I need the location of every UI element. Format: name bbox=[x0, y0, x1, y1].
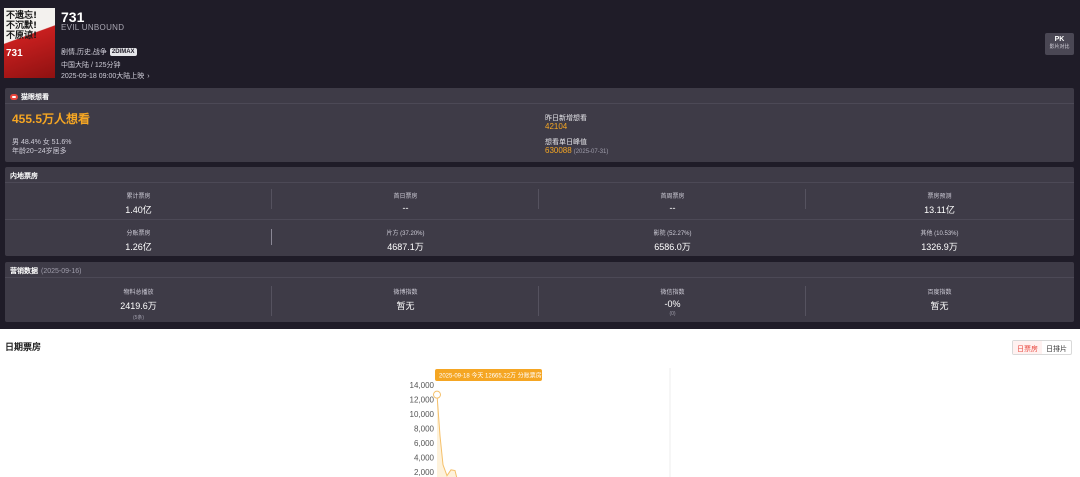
stat-cinema-share: 影院 (52.27%) 6586.0万 bbox=[539, 228, 806, 253]
stat-label: 其他 (10.53%) bbox=[920, 231, 959, 237]
data-point[interactable] bbox=[433, 390, 441, 399]
daily-boxoffice-title: 日期票房 bbox=[5, 342, 42, 352]
tab-daily-screenings[interactable]: 日排片 bbox=[1042, 341, 1071, 354]
stat-value: -- bbox=[402, 203, 409, 213]
wish-count: 455.5万人想看 bbox=[12, 112, 91, 126]
pk-label: PK bbox=[1054, 36, 1065, 43]
movie-overview: 不遗忘! 不沉默! 不原谅! 731 731 EVIL UNBOUND 剧情,历… bbox=[0, 0, 1080, 329]
y-tick-label: 8,000 bbox=[414, 425, 435, 434]
stat-value: 暂无 bbox=[930, 301, 949, 311]
stat-value: 6586.0万 bbox=[654, 242, 691, 252]
stat-value: 13.11亿 bbox=[924, 205, 955, 215]
stat-value: 1.26亿 bbox=[125, 242, 152, 252]
boxoffice-panel-header: 内地票房 bbox=[5, 167, 1074, 183]
chevron-right-icon: › bbox=[147, 73, 150, 80]
stat-label: 首周票房 bbox=[660, 194, 685, 200]
stat-label: 微博指数 bbox=[393, 290, 418, 296]
stat-label: 微信指数 bbox=[660, 290, 685, 296]
format-badge: 2DIMAX bbox=[109, 48, 137, 56]
stat-label: 片方 (37.20%) bbox=[386, 231, 425, 237]
stat-sub: (5条) bbox=[132, 315, 145, 321]
stat-producer-share: 片方 (37.20%) 4687.1万 bbox=[272, 228, 539, 253]
stat-other-share: 其他 (10.53%) 1326.9万 bbox=[806, 228, 1073, 253]
stat-first-day-boxoffice: 首日票房 -- bbox=[272, 191, 539, 213]
stat-value: 1326.9万 bbox=[921, 242, 958, 252]
movie-genre: 剧情,历史,战争 2DIMAX bbox=[61, 47, 137, 57]
poster-slogan-line: 不遗忘! bbox=[6, 11, 38, 21]
y-tick-label: 4,000 bbox=[414, 454, 435, 463]
stat-weibo-index: 微博指数 暂无 bbox=[272, 287, 539, 312]
stat-label: 累计票房 bbox=[126, 194, 151, 200]
stat-value: -0% bbox=[664, 299, 681, 309]
marketing-section-title: 营销数据 bbox=[10, 268, 38, 275]
stat-label: 票房预测 bbox=[927, 194, 952, 200]
y-tick-label: 6,000 bbox=[414, 439, 435, 448]
divider bbox=[805, 189, 806, 209]
stat-value: 暂无 bbox=[396, 301, 415, 311]
stat-value: 1.40亿 bbox=[125, 205, 152, 215]
y-tick-label: 2,000 bbox=[414, 468, 435, 477]
marketing-panel: 营销数据 (2025-09-16) 物料总播放 2419.6万 (5条) 微博指数… bbox=[5, 262, 1074, 322]
stat-value: 4687.1万 bbox=[387, 242, 424, 252]
pk-sub-label: 影片对比 bbox=[1049, 44, 1070, 50]
wish-panel-header: 猫眼想看 bbox=[5, 88, 1074, 104]
poster-slogan-line: 不原谅! bbox=[6, 31, 38, 41]
maoyan-eye-icon bbox=[10, 94, 18, 100]
stat-label: 影院 (52.27%) bbox=[653, 231, 692, 237]
divider bbox=[5, 219, 1074, 220]
peak-wish-number: 630088 bbox=[545, 146, 572, 155]
peak-wish-date: (2025-07-31) bbox=[573, 149, 609, 155]
y-tick-label: 14,000 bbox=[410, 381, 435, 390]
wish-panel: 猫眼想看 455.5万人想看 男 48.4% 女 51.6% 年龄20~24岁居… bbox=[5, 88, 1074, 162]
release-text: 2025-09-18 09:00大陆上映 bbox=[61, 73, 145, 80]
peak-wish-value: 630088 (2025-07-31) bbox=[545, 146, 608, 155]
genre-text: 剧情,历史,战争 bbox=[61, 49, 107, 56]
divider bbox=[271, 286, 272, 316]
movie-poster[interactable]: 不遗忘! 不沉默! 不原谅! 731 bbox=[4, 8, 55, 78]
daily-boxoffice-chart: 14,000 12,000 10,000 8,000 6,000 4,000 2,000 20… bbox=[410, 368, 671, 477]
marketing-date: (2025-09-16) bbox=[41, 268, 82, 275]
stat-material-plays: 物料总播放 2419.6万 (5条) bbox=[5, 287, 272, 321]
marketing-panel-header: 营销数据 (2025-09-16) bbox=[5, 262, 1074, 278]
stat-value: -- bbox=[669, 203, 676, 213]
movie-origin-duration: 中国大陆 / 125分钟 bbox=[61, 62, 121, 69]
stat-boxoffice-forecast: 票房预测 13.11亿 bbox=[806, 191, 1073, 216]
divider bbox=[271, 229, 272, 245]
stat-baidu-index: 百度指数 暂无 bbox=[806, 287, 1073, 312]
y-tick-label: 10,000 bbox=[410, 410, 435, 419]
y-tick-label: 12,000 bbox=[410, 396, 435, 405]
stat-first-week-boxoffice: 首周票房 -- bbox=[539, 191, 806, 213]
wish-age-group: 年龄20~24岁居多 bbox=[12, 148, 67, 155]
stat-label: 首日票房 bbox=[393, 194, 418, 200]
tab-daily-boxoffice[interactable]: 日票房 bbox=[1013, 341, 1042, 354]
divider bbox=[538, 286, 539, 316]
stat-sub: (0) bbox=[669, 311, 676, 317]
pk-compare-button[interactable]: PK 影片对比 bbox=[1045, 33, 1074, 55]
divider bbox=[805, 286, 806, 316]
stat-wechat-index: 微信指数 -0% (0) bbox=[539, 287, 806, 317]
poster-number: 731 bbox=[6, 48, 23, 59]
wish-section-title: 猫眼想看 bbox=[21, 94, 49, 101]
boxoffice-panel: 内地票房 累计票房 1.40亿 首日票房 -- 首周票房 -- 票房预测 13.… bbox=[5, 167, 1074, 256]
tooltip-text: 2025-09-18 今天 12665.22万 分账票房 bbox=[439, 372, 542, 380]
poster-slogan: 不遗忘! 不沉默! 不原谅! bbox=[6, 11, 37, 41]
poster-slogan-line: 不沉默! bbox=[6, 21, 38, 31]
stat-label: 分账票房 bbox=[126, 231, 151, 237]
stat-label: 百度指数 bbox=[927, 290, 952, 296]
stat-label: 物料总播放 bbox=[123, 290, 154, 296]
stat-split-boxoffice: 分账票房 1.26亿 bbox=[5, 228, 272, 253]
stat-total-boxoffice: 累计票房 1.40亿 bbox=[5, 191, 272, 216]
daily-tab-group: 日票房 日排片 bbox=[1012, 340, 1072, 355]
divider bbox=[538, 189, 539, 209]
stat-value: 2419.6万 bbox=[120, 301, 157, 311]
divider bbox=[271, 189, 272, 209]
movie-english-title: EVIL UNBOUND bbox=[61, 23, 125, 32]
release-link[interactable]: 2025-09-18 09:00大陆上映 › bbox=[61, 71, 150, 81]
daily-new-wish-value: 42104 bbox=[545, 122, 568, 131]
